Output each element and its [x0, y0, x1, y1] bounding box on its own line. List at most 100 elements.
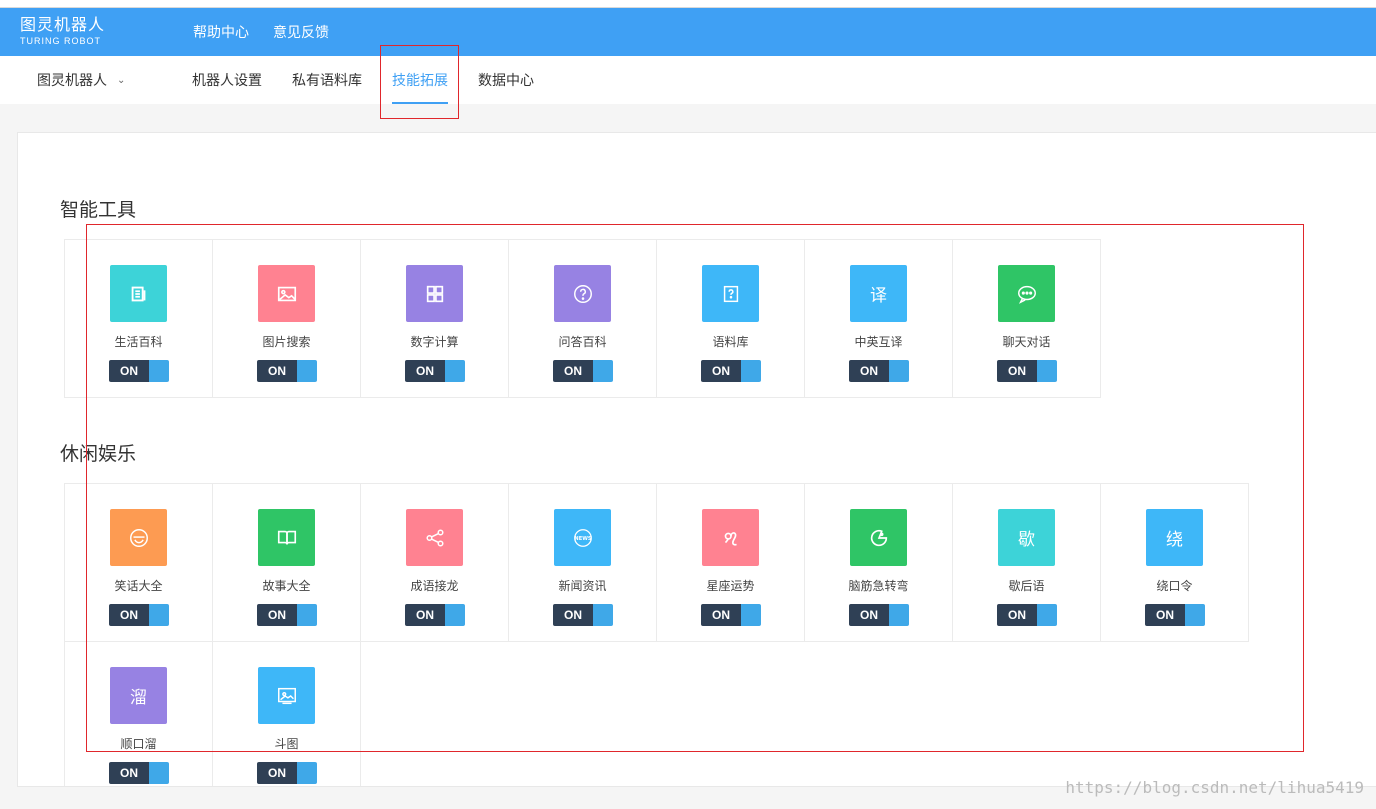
toggle-knob — [593, 604, 613, 626]
skill-label: 生活百科 — [114, 335, 163, 349]
shunkouliu-icon[interactable]: 溜 — [110, 667, 167, 724]
skill-card: 图片搜索 ON — [213, 240, 361, 398]
robot-selector-value: 图灵机器人 — [37, 72, 107, 88]
skill-label: 成语接龙 — [410, 579, 459, 593]
skill-toggle[interactable]: ON — [257, 604, 317, 626]
skill-label: 脑筋急转弯 — [848, 579, 909, 593]
skill-label: 顺口溜 — [120, 737, 157, 751]
sub-nav: 图灵机器人 ⌄ 机器人设置 私有语料库 技能拓展 数据中心 — [0, 56, 1376, 104]
toggle-on-label: ON — [109, 604, 149, 626]
skills-grid-entertainment: 笑话大全 ON 故事大全 ON 成语接龙 ON NEWS 新闻资讯 ON 星座运势 ON 脑筋急转弯 O… — [64, 483, 1249, 786]
skill-label: 故事大全 — [262, 579, 311, 593]
toggle-on-label: ON — [109, 762, 149, 784]
skill-card: 绕绕口令 ON — [1101, 484, 1249, 642]
toggle-knob — [149, 360, 169, 382]
xiehouyu-icon[interactable]: 歇 — [998, 509, 1055, 566]
skill-label: 图片搜索 — [262, 335, 311, 349]
help-center-link[interactable]: 帮助中心 — [193, 22, 249, 42]
skill-toggle[interactable]: ON — [553, 360, 613, 382]
question-circle-icon[interactable] — [554, 265, 611, 322]
toggle-on-label: ON — [1145, 604, 1185, 626]
skill-label: 中英互译 — [854, 335, 903, 349]
share-icon[interactable] — [406, 509, 463, 566]
toggle-on-label: ON — [405, 360, 445, 382]
toggle-knob — [445, 604, 465, 626]
tab-robot-settings[interactable]: 机器人设置 — [192, 56, 262, 104]
skill-label: 笑话大全 — [114, 579, 163, 593]
skill-label: 歇后语 — [1008, 579, 1045, 593]
skill-label: 斗图 — [274, 737, 299, 751]
skill-toggle[interactable]: ON — [849, 360, 909, 382]
skill-card: 斗图 ON — [213, 642, 361, 786]
icon-glyph: 绕 — [1166, 530, 1183, 549]
toggle-knob — [149, 604, 169, 626]
skill-card: 故事大全 ON — [213, 484, 361, 642]
toggle-on-label: ON — [553, 360, 593, 382]
watermark: https://blog.csdn.net/lihua5419 — [1065, 778, 1364, 797]
skills-grid-tools: 生活百科 ON 图片搜索 ON 数字计算 ON 问答百科 ON 语料库 ON 译中英互译 ON 聊天对话… — [64, 239, 1101, 398]
tab-skill-extension[interactable]: 技能拓展 — [392, 56, 448, 104]
book-icon[interactable] — [258, 509, 315, 566]
skill-toggle[interactable]: ON — [109, 762, 169, 784]
question-box-icon[interactable] — [702, 265, 759, 322]
toggle-on-label: ON — [849, 360, 889, 382]
toggle-knob — [889, 360, 909, 382]
tab-bar: 机器人设置 私有语料库 技能拓展 数据中心 — [192, 56, 534, 104]
raokouling-icon[interactable]: 绕 — [1146, 509, 1203, 566]
skill-card: 问答百科 ON — [509, 240, 657, 398]
feedback-link[interactable]: 意见反馈 — [273, 22, 329, 42]
toggle-knob — [741, 360, 761, 382]
skill-toggle[interactable]: ON — [405, 360, 465, 382]
skill-toggle[interactable]: ON — [405, 604, 465, 626]
robot-selector[interactable]: 图灵机器人 ⌄ — [37, 70, 125, 90]
skill-toggle[interactable]: ON — [553, 604, 613, 626]
skill-label: 新闻资讯 — [558, 579, 607, 593]
skill-toggle[interactable]: ON — [257, 762, 317, 784]
skill-label: 数字计算 — [410, 335, 459, 349]
logo[interactable]: 图灵机器人 TURING ROBOT — [20, 18, 105, 47]
news-icon[interactable]: NEWS — [554, 509, 611, 566]
toggle-on-label: ON — [997, 604, 1037, 626]
skill-card: 聊天对话 ON — [953, 240, 1101, 398]
toggle-knob — [297, 360, 317, 382]
skill-toggle[interactable]: ON — [701, 604, 761, 626]
icon-glyph: 译 — [870, 286, 887, 305]
tab-data-center[interactable]: 数据中心 — [478, 56, 534, 104]
skill-card: 成语接龙 ON — [361, 484, 509, 642]
tab-private-corpus[interactable]: 私有语料库 — [292, 56, 362, 104]
laugh-icon[interactable] — [110, 509, 167, 566]
skill-toggle[interactable]: ON — [1145, 604, 1205, 626]
skill-toggle[interactable]: ON — [701, 360, 761, 382]
skill-toggle[interactable]: ON — [849, 604, 909, 626]
toggle-knob — [149, 762, 169, 784]
icon-glyph: 溜 — [130, 688, 147, 707]
chat-icon[interactable] — [998, 265, 1055, 322]
skill-toggle[interactable]: ON — [997, 360, 1057, 382]
toggle-knob — [1037, 604, 1057, 626]
section-title-entertainment: 休闲娱乐 — [60, 444, 137, 465]
calculator-icon[interactable] — [406, 265, 463, 322]
chevron-down-icon: ⌄ — [117, 74, 126, 86]
skill-toggle[interactable]: ON — [109, 360, 169, 382]
toggle-on-label: ON — [701, 604, 741, 626]
skill-label: 绕口令 — [1156, 579, 1193, 593]
picture-frame-icon[interactable] — [258, 667, 315, 724]
leo-icon[interactable] — [702, 509, 759, 566]
skill-label: 语料库 — [712, 335, 749, 349]
top-bar: 图灵机器人 TURING ROBOT 帮助中心 意见反馈 — [0, 8, 1376, 56]
skill-label: 问答百科 — [558, 335, 607, 349]
skill-toggle[interactable]: ON — [997, 604, 1057, 626]
toggle-on-label: ON — [257, 604, 297, 626]
section-title-tools: 智能工具 — [60, 200, 137, 221]
brain-icon[interactable] — [850, 509, 907, 566]
skill-label: 聊天对话 — [1002, 335, 1051, 349]
notes-icon[interactable] — [110, 265, 167, 322]
skill-card: 脑筋急转弯 ON — [805, 484, 953, 642]
image-icon[interactable] — [258, 265, 315, 322]
translate-icon[interactable]: 译 — [850, 265, 907, 322]
toggle-knob — [297, 604, 317, 626]
skill-card: 歇歇后语 ON — [953, 484, 1101, 642]
skill-toggle[interactable]: ON — [257, 360, 317, 382]
skill-toggle[interactable]: ON — [109, 604, 169, 626]
toggle-knob — [593, 360, 613, 382]
